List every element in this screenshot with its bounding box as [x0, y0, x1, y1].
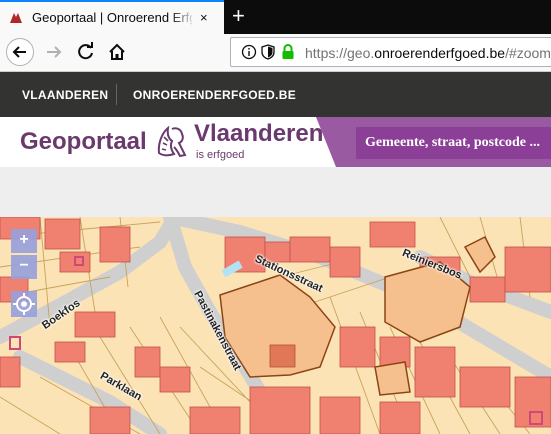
- zoom-in-button[interactable]: +: [11, 229, 37, 253]
- new-tab-button[interactable]: +: [232, 4, 245, 28]
- browser-tab-bar: Geoportaal | Onroerend Erfgoed × +: [0, 0, 551, 34]
- info-icon[interactable]: [241, 44, 257, 60]
- forward-arrow-icon: [47, 46, 62, 58]
- brand-subtitle: is erfgoed: [196, 149, 245, 161]
- map-canvas: [0, 217, 551, 434]
- brand-title: Vlaanderen: [194, 120, 324, 147]
- global-nav: VLAANDEREN ONROERENDERFGOED.BE: [0, 72, 551, 117]
- heritage-building: [269, 344, 296, 368]
- tab-title: Geoportaal | Onroerend Erfgoed: [32, 10, 192, 25]
- site-header: Geoportaal Vlaanderen is erfgoed Gemeent…: [0, 117, 551, 167]
- nav-divider: [116, 84, 117, 105]
- close-tab-icon[interactable]: ×: [200, 11, 208, 25]
- zoom-out-button[interactable]: −: [11, 255, 37, 279]
- home-icon: [109, 43, 125, 60]
- favicon-icon: [10, 13, 22, 23]
- back-button[interactable]: [6, 38, 34, 66]
- toolbar-strip: [0, 167, 551, 217]
- home-button[interactable]: [103, 38, 131, 66]
- browser-tab[interactable]: Geoportaal | Onroerend Erfgoed ×: [0, 0, 224, 34]
- search-input[interactable]: Gemeente, straat, postcode ...: [356, 127, 551, 159]
- url-bar[interactable]: https://geo.onroerenderfgoed.be/#zoom: [230, 37, 551, 67]
- reload-icon: [78, 42, 93, 60]
- lock-icon[interactable]: [281, 43, 295, 61]
- shield-icon[interactable]: [261, 44, 275, 60]
- map-view[interactable]: Stationsstraat Reiniersbos Pastinakenstr…: [0, 217, 551, 434]
- forward-button[interactable]: [40, 38, 68, 66]
- url-text: https://geo.onroerenderfgoed.be/#zoom: [305, 45, 551, 61]
- locate-button[interactable]: [11, 291, 37, 317]
- browser-toolbar: https://geo.onroerenderfgoed.be/#zoom: [0, 34, 551, 72]
- nav-link-onroerenderfgoed[interactable]: ONROERENDERFGOED.BE: [133, 88, 296, 102]
- reload-button[interactable]: [72, 38, 100, 66]
- nav-link-vlaanderen[interactable]: VLAANDEREN: [22, 88, 108, 102]
- site-title[interactable]: Geoportaal: [20, 128, 147, 156]
- locate-icon: [13, 293, 35, 315]
- back-arrow-icon: [12, 46, 26, 58]
- vlaanderen-lion-logo-icon: [157, 125, 187, 158]
